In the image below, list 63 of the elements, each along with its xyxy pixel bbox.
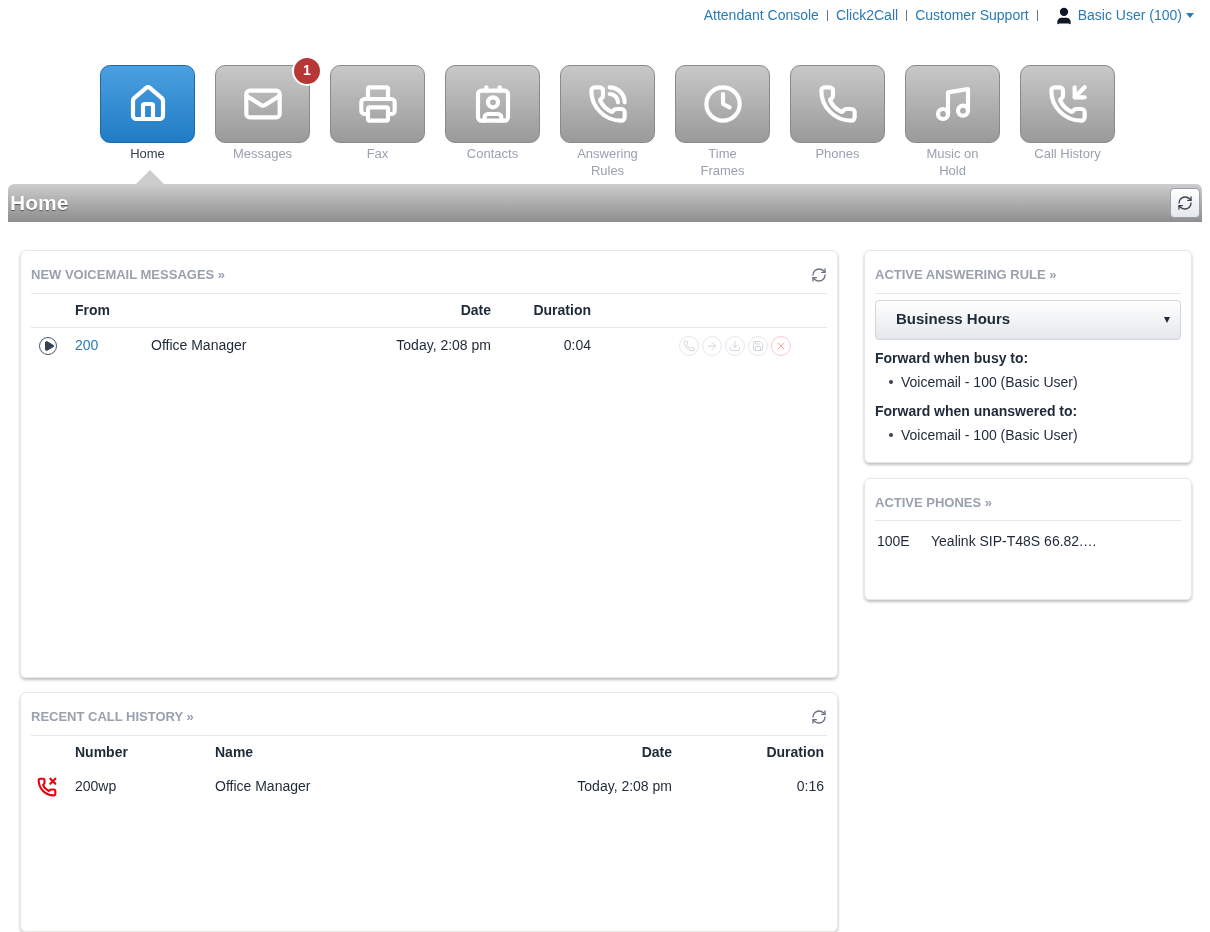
column-header: Duration [532,300,591,320]
forward-target: Voicemail - 100 (Basic User) [901,425,1078,445]
refresh-icon[interactable] [811,266,827,283]
refresh-icon [1177,194,1193,211]
count-badge: 1 [292,55,322,86]
nav-tile[interactable] [675,64,770,143]
rule-select[interactable]: Business Hours [875,299,1181,340]
nav-label: Time Frames [699,144,746,179]
panel-title[interactable]: ACTIVE PHONES » [875,492,993,512]
handset-icon [817,83,858,124]
table-cell-text: Today, 2:08 pm [395,336,491,355]
table-cell-text: Yealink SIP-T48S 66.82.… [931,532,1098,551]
column-header: Date [459,300,491,320]
nav-label: Contacts [465,144,520,162]
selection-pointer [136,169,164,184]
nav-tile[interactable] [330,64,425,143]
top-link[interactable]: Attendant Console [703,5,819,27]
caller-number-link[interactable]: 200 [75,335,151,356]
panel-title[interactable]: NEW VOICEMAIL MESSAGES » [31,265,226,285]
rule-heading: Forward when unanswered to: [875,401,1079,421]
nav-tile[interactable] [100,64,195,143]
column-header: Number [75,743,129,762]
table-cell-text: 100E [876,532,911,551]
nav-tile[interactable] [790,64,885,143]
nav-label: Call History [1033,144,1102,162]
panel-title[interactable]: ACTIVE ANSWERING RULE » [875,265,1057,285]
panel-title[interactable]: RECENT CALL HISTORY » [31,707,194,727]
refresh-button[interactable] [1170,187,1200,218]
column-header: Name [215,743,255,762]
nav-tile[interactable] [560,64,655,143]
play-icon [42,339,55,352]
table-cell-text: Office Manager [215,777,312,796]
nav-label: Home [129,144,166,162]
nav-label: Messages [231,144,294,162]
nav-label: Fax [365,144,390,162]
missed-call-icon [37,776,57,797]
caret-icon [1186,13,1194,19]
nav-label: Answering Rules [576,144,639,179]
table-cell-text: Today, 2:08 pm [576,777,672,796]
column-header: From [75,300,111,320]
table-cell-text: 0:16 [795,777,824,796]
caret-icon [1164,316,1170,323]
nav-label: Music on Hold [925,144,980,179]
nav-tile[interactable] [445,64,540,143]
nav-tile[interactable] [1020,64,1115,143]
column-header: Date [640,743,672,762]
forward-target: Voicemail - 100 (Basic User) [901,372,1078,392]
nav-tile[interactable] [905,64,1000,143]
phone-ringing-icon [587,83,628,124]
top-link[interactable]: Click2Call [835,5,899,27]
refresh-icon[interactable] [811,708,827,725]
nav-tile[interactable] [215,64,310,143]
page-title: Home [10,190,69,216]
clock-icon [702,83,743,124]
rule-heading: Forward when busy to: [875,348,1030,368]
table-cell-text: 200wp [75,777,118,796]
table-cell-text: 0:04 [562,336,591,355]
user-menu[interactable]: Basic User (100) [1077,5,1194,27]
table-cell-text: Office Manager [151,336,248,355]
phone-arrows-icon [1047,83,1088,124]
nav-label: Phones [814,144,861,162]
top-link[interactable]: Customer Support [915,5,1029,27]
column-header: Duration [765,743,824,762]
